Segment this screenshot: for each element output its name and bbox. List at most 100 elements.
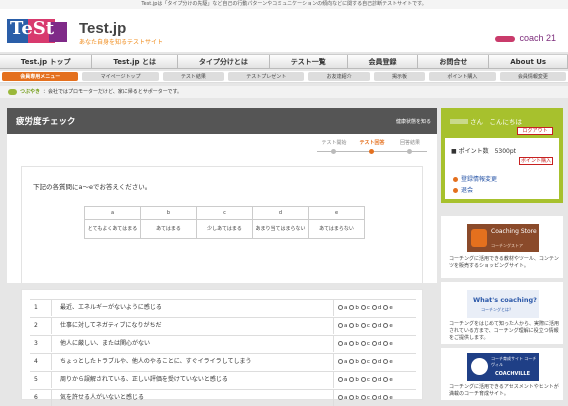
- radio-button[interactable]: [360, 305, 366, 310]
- option-letter: d: [377, 323, 382, 329]
- answer-option[interactable]: b: [349, 377, 359, 383]
- ad-coaching-store[interactable]: Coaching Store コーチングストア コーチングに活用できる教材やツー…: [441, 216, 563, 278]
- ad-whats-coaching[interactable]: What's coaching? コーチングとは？ コーチングをはじめて知った人…: [441, 282, 563, 344]
- radio-button[interactable]: [360, 323, 366, 328]
- nav-type[interactable]: タイプ分けとは: [178, 55, 270, 68]
- link-edit-profile[interactable]: 登録情報変更: [453, 174, 497, 183]
- answer-option[interactable]: c: [360, 341, 370, 347]
- answer-option[interactable]: c: [360, 377, 370, 383]
- member-nav-results[interactable]: テスト結果: [162, 72, 225, 81]
- radio-button[interactable]: [383, 377, 389, 382]
- site-title[interactable]: Test.jp: [79, 20, 126, 37]
- radio-button[interactable]: [371, 323, 377, 328]
- answer-option[interactable]: e: [383, 323, 393, 329]
- answer-option[interactable]: c: [360, 323, 370, 329]
- brand-text: coach 21: [519, 33, 556, 43]
- answer-option[interactable]: c: [360, 305, 370, 311]
- radio-button[interactable]: [383, 323, 389, 328]
- radio-button[interactable]: [383, 305, 389, 310]
- radio-button[interactable]: [349, 305, 355, 310]
- radio-button[interactable]: [349, 377, 355, 382]
- question-number: 2: [30, 318, 52, 334]
- member-menu-label: 会員専用メニュー: [2, 72, 79, 81]
- answer-option[interactable]: b: [349, 305, 359, 311]
- option-letter: c: [366, 377, 370, 383]
- answer-option[interactable]: c: [360, 359, 370, 365]
- nav-about-us[interactable]: About Us: [489, 55, 568, 68]
- radio-button[interactable]: [338, 341, 343, 346]
- radio-button[interactable]: [338, 377, 343, 382]
- points-label: ■ ポイント数: [451, 148, 489, 155]
- answer-option[interactable]: b: [349, 359, 359, 365]
- member-nav-invite[interactable]: お友達紹介: [308, 72, 370, 81]
- answer-option[interactable]: d: [371, 359, 381, 365]
- radio-button[interactable]: [383, 359, 389, 364]
- member-nav-mypage[interactable]: マイページトップ: [82, 72, 159, 81]
- answer-option[interactable]: d: [371, 377, 381, 383]
- radio-button[interactable]: [360, 341, 366, 346]
- member-nav-board[interactable]: 掲示板: [373, 72, 426, 81]
- answer-option[interactable]: e: [383, 359, 393, 365]
- nav-test-list[interactable]: テスト一覧: [270, 55, 348, 68]
- nav-top[interactable]: Test.jp トップ: [0, 55, 93, 68]
- radio-button[interactable]: [383, 341, 389, 346]
- radio-button[interactable]: [338, 323, 343, 328]
- option-letter: c: [366, 341, 370, 347]
- answer-option[interactable]: d: [371, 305, 381, 311]
- option-letter: c: [366, 323, 370, 329]
- answer-option[interactable]: a: [338, 377, 347, 383]
- option-letter: a: [344, 377, 348, 383]
- radio-button[interactable]: [338, 305, 343, 310]
- question-row: 3 他人に厳しい、または関心がない a b c d e: [30, 335, 416, 352]
- answer-option[interactable]: d: [371, 323, 382, 329]
- answer-option[interactable]: e: [383, 377, 393, 383]
- member-nav-present[interactable]: テストプレゼント: [228, 72, 305, 81]
- buy-points-button[interactable]: ポイント購入: [519, 157, 553, 165]
- answer-option[interactable]: a: [338, 359, 347, 365]
- radio-button[interactable]: [371, 305, 377, 310]
- member-nav-points[interactable]: ポイント購入: [429, 72, 496, 81]
- answer-option[interactable]: d: [371, 341, 381, 347]
- radio-button[interactable]: [338, 395, 343, 400]
- nav-register[interactable]: 会員登録: [348, 55, 419, 68]
- answer-option[interactable]: b: [349, 395, 359, 401]
- nav-about-testjp[interactable]: Test.jp とは: [92, 55, 178, 68]
- radio-button[interactable]: [371, 395, 377, 400]
- member-nav-profile[interactable]: 会員情報変更: [499, 72, 567, 81]
- link-label: 登録情報変更: [461, 176, 498, 183]
- answer-option[interactable]: e: [383, 305, 393, 311]
- logout-button[interactable]: ログアウト: [517, 127, 553, 135]
- radio-button[interactable]: [349, 359, 355, 364]
- answer-option[interactable]: e: [383, 341, 393, 347]
- site-logo[interactable]: TeSt: [7, 17, 71, 45]
- radio-button[interactable]: [360, 395, 366, 400]
- link-withdraw[interactable]: 退会: [453, 185, 473, 194]
- bullet-icon: [453, 177, 458, 182]
- answer-option[interactable]: d: [371, 395, 381, 401]
- health-link[interactable]: 健康状態を知る: [396, 118, 431, 125]
- question-number: 1: [30, 300, 52, 316]
- ad-description: コーチングに活用できる教材やツール、コンテンツを販売するショッピングサイト。: [449, 256, 559, 269]
- answer-option[interactable]: c: [360, 395, 370, 401]
- radio-button[interactable]: [338, 359, 343, 364]
- option-letter: e: [389, 305, 393, 311]
- radio-button[interactable]: [349, 341, 355, 346]
- radio-button[interactable]: [383, 395, 389, 400]
- ad-coachville[interactable]: コーチ育成サイト コーチヴィル COACHVILLE コーチングに活用できるアセ…: [441, 348, 563, 400]
- answer-option[interactable]: e: [383, 395, 393, 401]
- answer-option[interactable]: a: [338, 323, 347, 329]
- answer-option[interactable]: a: [338, 305, 347, 311]
- radio-button[interactable]: [360, 377, 366, 382]
- radio-button[interactable]: [371, 341, 377, 346]
- radio-button[interactable]: [360, 359, 366, 364]
- radio-button[interactable]: [371, 377, 377, 382]
- answer-option[interactable]: a: [338, 395, 347, 401]
- answer-option[interactable]: b: [349, 323, 359, 329]
- radio-button[interactable]: [371, 359, 377, 364]
- answer-option[interactable]: b: [349, 341, 359, 347]
- coach21-logo[interactable]: coach 21: [495, 33, 556, 43]
- nav-contact[interactable]: お問合せ: [418, 55, 490, 68]
- radio-button[interactable]: [349, 323, 355, 328]
- radio-button[interactable]: [349, 395, 355, 400]
- answer-option[interactable]: a: [338, 341, 347, 347]
